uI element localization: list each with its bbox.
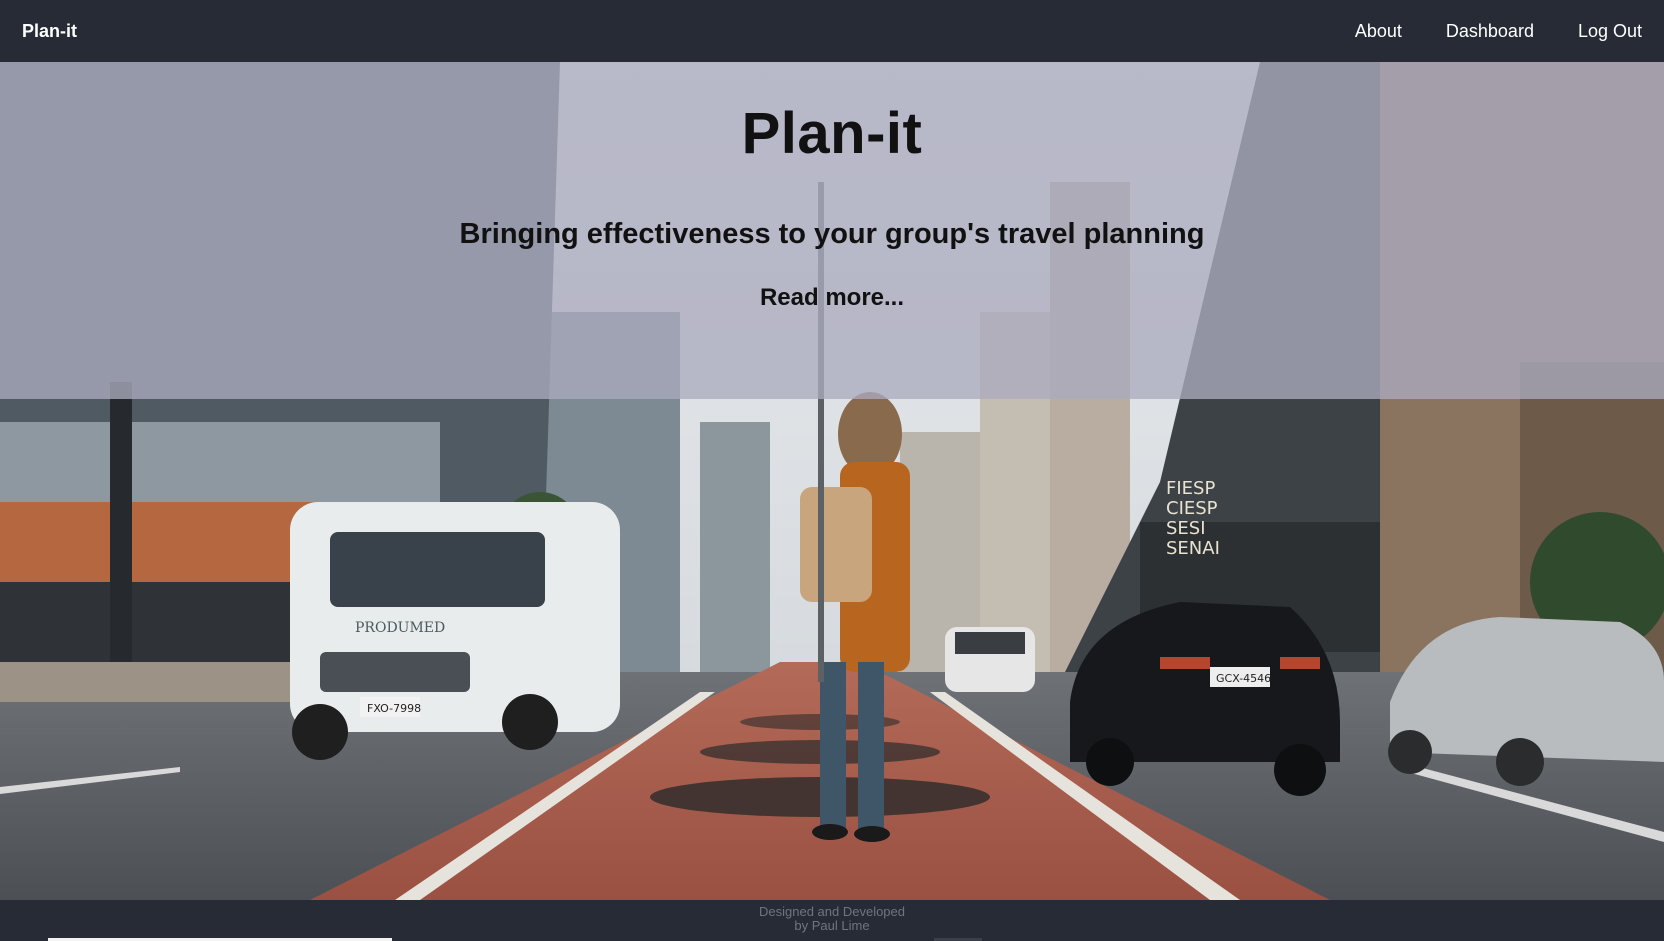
nav-links: About Dashboard Log Out	[1355, 21, 1642, 42]
footer-credit-line-2: by Paul Lime	[794, 918, 870, 933]
nav-dashboard-link[interactable]: Dashboard	[1446, 21, 1534, 42]
hero-section: FIESP CIESP SESI SENAI FXO-7998 PRODUMED…	[0, 62, 1664, 900]
building-sign-line-4: SENAI	[1166, 538, 1220, 559]
read-more-link[interactable]: Read more...	[0, 284, 1664, 312]
footer-credit-line-1: Designed and Developed	[759, 904, 905, 919]
hero-title: Plan-it	[741, 101, 923, 166]
building-sign-line-1: FIESP	[1166, 478, 1215, 499]
nav-about-link[interactable]: About	[1355, 21, 1402, 42]
building-sign-line-2: CIESP	[1166, 498, 1218, 519]
building-sign-line-3: SESI	[1166, 518, 1206, 539]
footer: Designed and Developed by Paul Lime	[0, 900, 1664, 941]
nav-logout-link[interactable]: Log Out	[1578, 21, 1642, 42]
navbar: Plan-it About Dashboard Log Out	[0, 0, 1664, 62]
hero-subtitle: Bringing effectiveness to your group's t…	[459, 218, 1205, 250]
brand-link[interactable]: Plan-it	[22, 21, 77, 42]
car-plate: GCX-4546	[1216, 672, 1271, 685]
van-brand: PRODUMED	[355, 620, 445, 636]
van-plate: FXO-7998	[367, 702, 421, 715]
